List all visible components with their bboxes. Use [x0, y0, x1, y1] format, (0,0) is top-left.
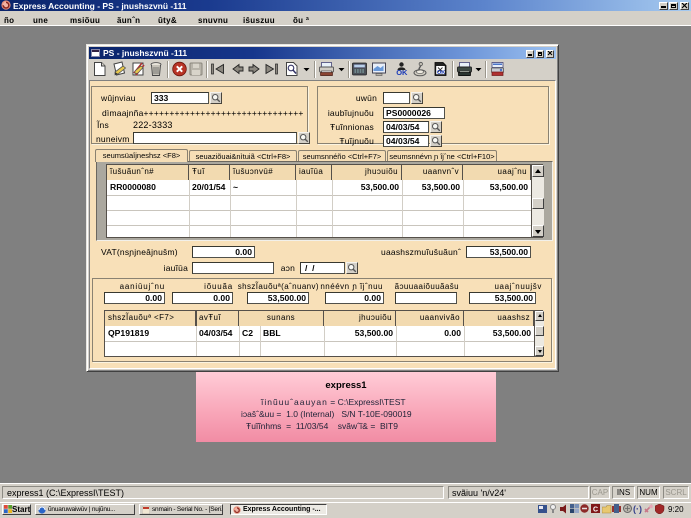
- svg-text:(·): (·): [633, 504, 642, 514]
- svg-text:OK: OK: [437, 70, 445, 76]
- svg-text:C: C: [593, 507, 598, 514]
- svg-text:OK: OK: [396, 68, 408, 77]
